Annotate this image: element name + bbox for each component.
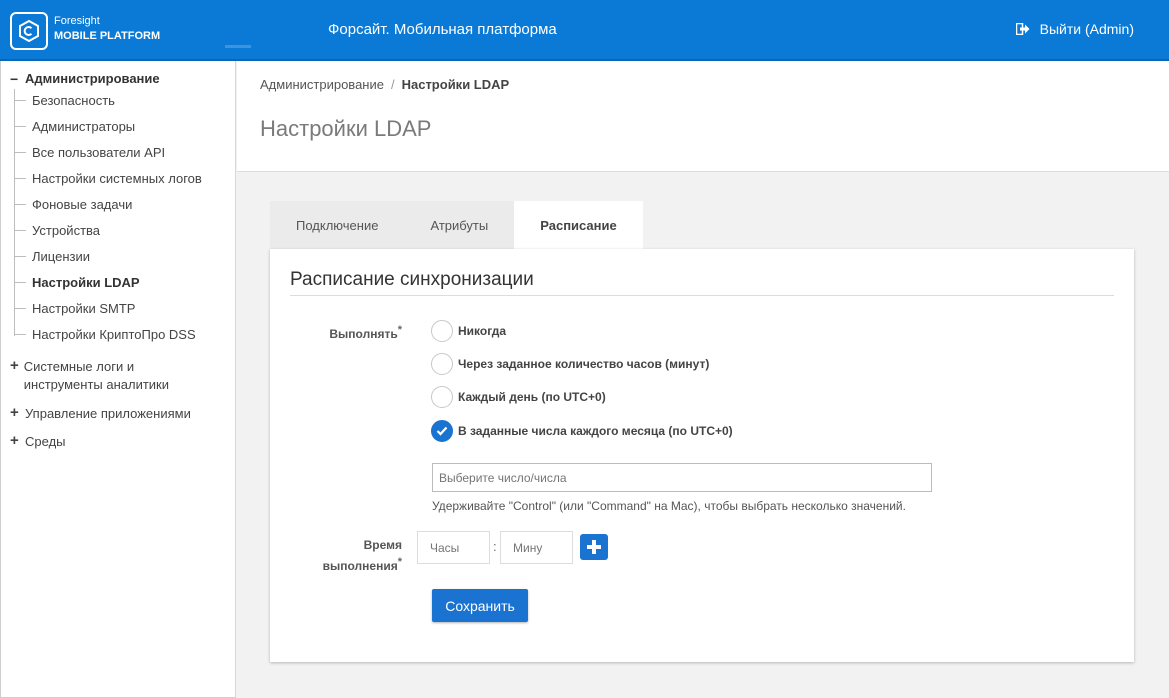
tree-branch	[14, 229, 26, 231]
breadcrumb-separator: /	[390, 77, 395, 92]
logout-label: Выйти (Admin)	[1039, 21, 1134, 37]
sidebar-group-label: Администрирование	[25, 71, 160, 86]
sidebar-nav: − Администрирование Безопасность Админис…	[0, 61, 236, 698]
option-label: Никогда	[458, 324, 507, 338]
sidebar-item-system-logs-settings[interactable]: Настройки системных логов	[14, 168, 202, 188]
tab-attributes[interactable]: Атрибуты	[404, 201, 515, 249]
sidebar-group-label: Управление приложениями	[25, 406, 191, 421]
hexagon-logo-icon	[19, 19, 39, 43]
logout-button[interactable]: Выйти (Admin)	[1015, 21, 1134, 37]
tree-branch	[14, 177, 26, 179]
tree-branch	[14, 281, 26, 283]
sidebar-group-system-logs[interactable]: + Системные логи и инструменты аналитики	[10, 358, 210, 394]
logo-line-2: MOBILE PLATFORM	[54, 30, 161, 42]
hours-input[interactable]	[417, 531, 490, 564]
sidebar-item-label: Фоновые задачи	[32, 196, 133, 212]
sidebar-item-label: Лицензии	[32, 248, 90, 264]
sidebar-item-devices[interactable]: Устройства	[14, 220, 100, 240]
sidebar-item-cryptopro-settings[interactable]: Настройки КриптоПро DSS	[14, 324, 196, 344]
sidebar-group-label: Среды	[25, 434, 66, 449]
run-label-text: Выполнять	[329, 327, 398, 341]
tree-branch	[14, 125, 26, 127]
sidebar-item-api-users[interactable]: Все пользователи API	[14, 142, 165, 162]
foresight-logo-icon[interactable]	[10, 12, 48, 50]
tree-branch	[14, 203, 26, 205]
sidebar-item-label: Настройки КриптоПро DSS	[32, 326, 196, 342]
plus-icon[interactable]: +	[10, 405, 20, 421]
option-monthly-days[interactable]: В заданные числа каждого месяца (по UTC+…	[431, 420, 733, 442]
tree-branch	[14, 333, 26, 335]
option-interval[interactable]: Через заданное количество часов (минут)	[431, 353, 709, 375]
breadcrumb: Администрирование / Настройки LDAP	[260, 77, 509, 92]
sidebar-item-label: Настройки системных логов	[32, 170, 202, 186]
tab-connection[interactable]: Подключение	[270, 201, 405, 249]
sidebar-group-label: Системные логи и инструменты аналитики	[23, 359, 170, 392]
tree-branch	[14, 307, 26, 309]
tab-schedule[interactable]: Расписание	[514, 201, 643, 249]
run-label: Выполнять*	[310, 322, 402, 343]
time-label-line-2: выполнения	[322, 559, 398, 573]
tree-branch	[14, 151, 26, 153]
breadcrumb-parent[interactable]: Администрирование	[260, 77, 384, 92]
section-title: Расписание синхронизации	[290, 269, 534, 290]
logo-text: Foresight MOBILE PLATFORM	[54, 14, 160, 43]
section-divider	[290, 295, 1114, 296]
plus-icon[interactable]: +	[10, 358, 19, 374]
sidebar-item-label: Администраторы	[32, 118, 136, 134]
radio-interval[interactable]	[431, 353, 453, 375]
sidebar-item-ldap-settings[interactable]: Настройки LDAP	[14, 272, 140, 292]
save-button[interactable]: Сохранить	[432, 589, 528, 622]
checkmark-icon	[436, 426, 448, 436]
sidebar-item-security[interactable]: Безопасность	[14, 90, 115, 110]
sidebar-item-licenses[interactable]: Лицензии	[14, 246, 90, 266]
app-title: Форсайт. Мобильная платформа	[328, 21, 557, 38]
required-mark: *	[397, 324, 402, 336]
sidebar-item-smtp-settings[interactable]: Настройки SMTP	[14, 298, 135, 318]
page-title: Настройки LDAP	[260, 116, 432, 141]
sidebar-item-label: Настройки LDAP	[32, 274, 140, 290]
option-label: Через заданное количество часов (минут)	[458, 357, 710, 371]
radio-never[interactable]	[431, 320, 453, 342]
time-label-line-1: Время	[363, 538, 402, 552]
top-header: Foresight MOBILE PLATFORM Форсайт. Мобил…	[0, 0, 1169, 61]
page-header: Администрирование / Настройки LDAP Настрой…	[237, 61, 1169, 172]
option-label: В заданные числа каждого месяца (по UTC+…	[458, 424, 733, 438]
header-accent	[225, 45, 251, 48]
sidebar-item-label: Устройства	[32, 222, 101, 238]
sidebar-group-administration[interactable]: − Администрирование	[10, 71, 160, 86]
tree-branch	[14, 255, 26, 257]
sidebar-item-label: Безопасность	[32, 92, 115, 108]
option-label: Каждый день (по UTC+0)	[458, 390, 606, 404]
option-daily[interactable]: Каждый день (по UTC+0)	[431, 386, 606, 408]
schedule-panel: Расписание синхронизации Выполнять* Нико…	[270, 249, 1134, 662]
sign-out-icon	[1015, 23, 1030, 35]
sidebar-group-environments[interactable]: + Среды	[10, 433, 66, 451]
plus-icon[interactable]: +	[10, 433, 20, 449]
breadcrumb-current: Настройки LDAP	[401, 77, 510, 92]
sidebar-item-label: Все пользователи API	[32, 144, 166, 160]
required-mark: *	[397, 556, 402, 568]
sidebar-item-background-tasks[interactable]: Фоновые задачи	[14, 194, 132, 214]
option-never[interactable]: Никогда	[431, 320, 506, 342]
time-separator: :	[493, 539, 497, 554]
sidebar-item-label: Настройки SMTP	[32, 300, 136, 316]
radio-daily[interactable]	[431, 386, 453, 408]
days-select-input[interactable]	[432, 463, 932, 492]
tab-bar: Подключение Атрибуты Расписание	[270, 201, 643, 249]
minutes-input[interactable]	[500, 531, 573, 564]
minus-icon[interactable]: −	[10, 72, 20, 86]
sidebar-item-administrators[interactable]: Администраторы	[14, 116, 135, 136]
time-label: Время выполнения*	[310, 537, 402, 575]
multi-select-hint: Удерживайте "Control" (или "Command" на …	[432, 499, 906, 513]
add-time-button[interactable]	[580, 534, 608, 560]
logo-line-1: Foresight	[54, 15, 100, 27]
radio-monthly-days[interactable]	[431, 420, 453, 442]
sidebar-group-applications[interactable]: + Управление приложениями	[10, 405, 191, 423]
tree-branch	[14, 99, 26, 101]
